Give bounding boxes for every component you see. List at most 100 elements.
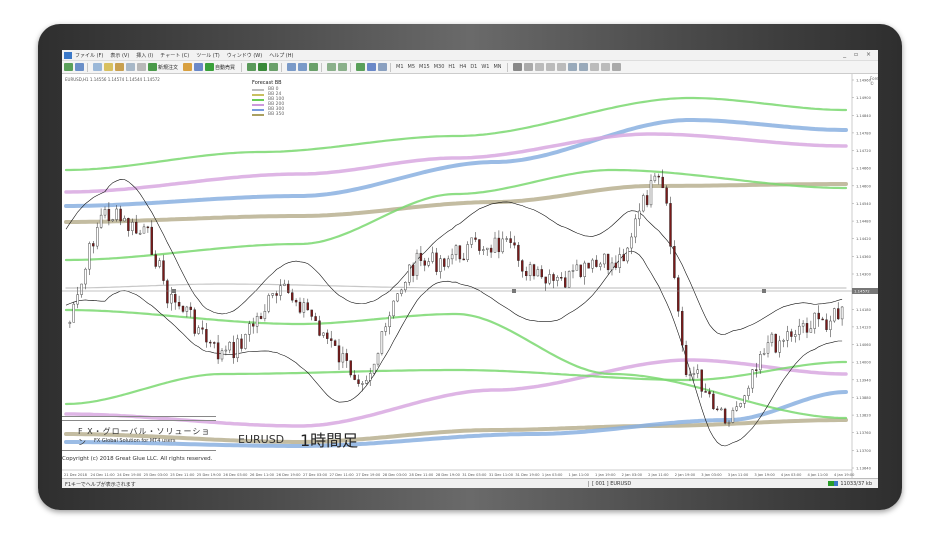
chart-shift-icon[interactable] — [327, 63, 337, 71]
time-tick-label: 2 Jan 11:00 — [648, 473, 669, 477]
periods-icon[interactable] — [367, 63, 377, 71]
new-chart-icon[interactable] — [64, 63, 73, 71]
horizontal-line-icon[interactable] — [545, 63, 555, 71]
legend-swatch — [252, 88, 264, 91]
menu-help[interactable]: ヘルプ (H) — [269, 52, 293, 59]
price-tick-label: 1.14060 — [856, 343, 872, 347]
candle-body — [731, 409, 735, 423]
candle-body — [369, 373, 372, 381]
candle-body — [521, 260, 524, 272]
candle-body — [162, 260, 165, 281]
candle-body — [283, 283, 286, 286]
price-tick-label: 1.13640 — [856, 467, 872, 471]
candle-body — [197, 327, 200, 334]
auto-trade-button[interactable]: 自動売買 — [215, 64, 235, 71]
candle-body — [411, 264, 415, 276]
timeframe-mn[interactable]: MN — [493, 64, 501, 70]
toolbar: 新規注文 自動売買 M1 M5 M15 M30 H1 H4 D1 W1 MN — [62, 61, 878, 74]
fibonacci-icon[interactable] — [578, 63, 588, 71]
time-tick-label: 28 Dec 19:00 — [436, 473, 461, 477]
time-tick-label: 4 Jan 19:00 — [834, 473, 855, 477]
templates-icon[interactable] — [378, 63, 388, 71]
status-traffic-text: 11033/37 kb — [840, 481, 872, 487]
timeframe-h4[interactable]: H4 — [459, 64, 466, 70]
candle-body — [774, 333, 777, 353]
candle-body — [240, 338, 243, 349]
candle-body — [825, 319, 828, 330]
zoom-out-icon[interactable] — [298, 63, 308, 71]
crosshair-icon[interactable] — [523, 63, 533, 71]
branding-title-en: FX Global Solution for MT4 users — [94, 438, 176, 444]
autoscroll-icon[interactable] — [338, 63, 348, 71]
candle-body — [337, 345, 341, 363]
price-tick-label: 1.14360 — [856, 255, 872, 259]
candle-body — [376, 353, 380, 365]
text-label-icon[interactable] — [600, 63, 610, 71]
candle-body — [684, 344, 688, 375]
tile-windows-icon[interactable] — [309, 63, 319, 71]
bollinger-band-line — [64, 360, 848, 406]
candle-body — [173, 293, 177, 303]
menu-insert[interactable]: 挿入 (I) — [136, 52, 153, 59]
menu-tools[interactable]: ツール (T) — [196, 52, 220, 59]
candle-body — [271, 293, 274, 296]
menu-window[interactable]: ウィンドウ (W) — [227, 52, 262, 59]
menu-file[interactable]: ファイル (F) — [75, 52, 103, 59]
auto-trade-icon[interactable] — [205, 63, 215, 71]
timeframe-h1[interactable]: H1 — [448, 64, 455, 70]
branding-rule-top — [62, 416, 216, 417]
candle-body — [255, 316, 259, 327]
candle-body — [696, 369, 699, 374]
navigator-icon[interactable] — [115, 63, 124, 71]
cursor-icon[interactable] — [512, 63, 522, 71]
time-tick-label: 1 Jan 03:00 — [542, 473, 563, 477]
candlestick-icon[interactable] — [258, 63, 268, 71]
tester-icon[interactable] — [137, 63, 146, 71]
data-window-icon[interactable] — [104, 63, 113, 71]
candle-body — [720, 408, 723, 411]
arrows-icon[interactable] — [611, 63, 621, 71]
candle-body — [111, 219, 114, 221]
candle-body — [435, 252, 438, 272]
menu-chart[interactable]: チャート (C) — [160, 52, 189, 59]
bar-chart-icon[interactable] — [247, 63, 257, 71]
candle-body — [330, 338, 333, 341]
time-tick-label: 25 Dec 03:00 — [144, 473, 169, 477]
vertical-line-icon[interactable] — [534, 63, 544, 71]
time-tick-label: 4 Jan 03:00 — [781, 473, 802, 477]
candle-body — [427, 261, 430, 266]
market-watch-icon[interactable] — [93, 63, 102, 71]
candle-body — [829, 320, 832, 330]
trendline-icon[interactable] — [556, 63, 566, 71]
candle-body — [84, 268, 87, 285]
text-icon[interactable] — [589, 63, 599, 71]
zoom-in-icon[interactable] — [287, 63, 297, 71]
metaeditor-icon[interactable] — [183, 63, 193, 71]
profiles-icon[interactable] — [75, 63, 84, 71]
options-icon[interactable] — [194, 63, 204, 71]
candle-body — [80, 283, 83, 295]
candle-body — [345, 353, 348, 361]
timeframe-w1[interactable]: W1 — [481, 64, 489, 70]
channel-icon[interactable] — [567, 63, 577, 71]
menu-view[interactable]: 表示 (V) — [110, 52, 129, 59]
timeframe-m30[interactable]: M30 — [434, 64, 445, 70]
toolbar-separator — [241, 62, 243, 72]
candle-body — [486, 247, 489, 250]
candle-body — [107, 209, 111, 221]
candle-body — [548, 274, 551, 284]
timeframe-m1[interactable]: M1 — [396, 64, 404, 70]
new-order-button[interactable]: 新規注文 — [158, 64, 178, 71]
timeframe-d1[interactable]: D1 — [470, 64, 477, 70]
candle-body — [454, 245, 458, 256]
terminal-icon[interactable] — [126, 63, 135, 71]
candle-body — [189, 306, 193, 310]
timeframe-m5[interactable]: M5 — [408, 64, 416, 70]
indicators-icon[interactable] — [356, 63, 366, 71]
timeframe-m15[interactable]: M15 — [419, 64, 430, 70]
line-chart-icon[interactable] — [269, 63, 279, 71]
candle-body — [396, 293, 399, 302]
window-controls[interactable]: _ ▫ × — [843, 51, 874, 58]
legend-swatch — [252, 113, 264, 116]
new-order-icon[interactable] — [148, 63, 157, 71]
